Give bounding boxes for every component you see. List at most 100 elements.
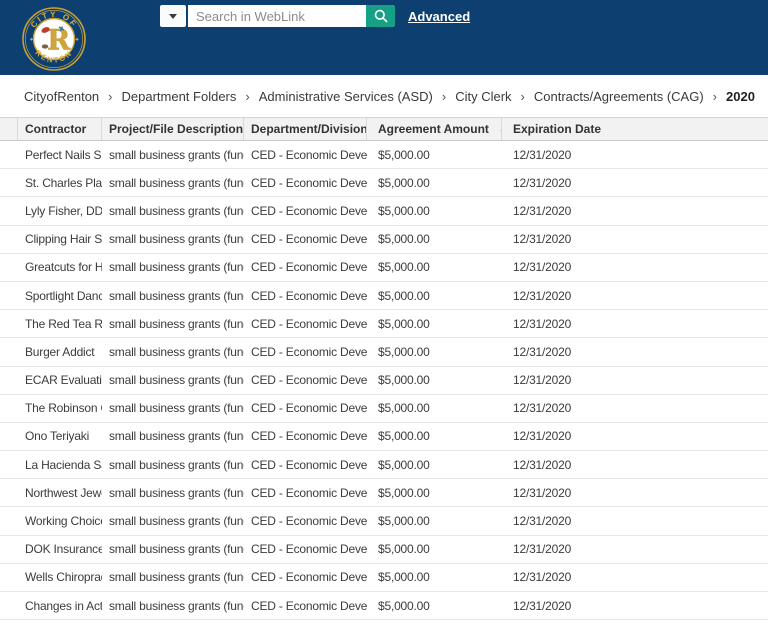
row-icon-cell <box>0 282 18 309</box>
cell-description: small business grants (funded <box>109 288 244 303</box>
cell-contractor[interactable]: Burger Addict <box>18 338 102 365</box>
table-row[interactable]: Perfect Nails Spa small business grants … <box>0 141 768 170</box>
cell-expiration: 12/31/2020 <box>513 457 572 472</box>
cell-description: small business grants (funded <box>109 514 244 529</box>
cell-amount: $5,000.00 <box>378 373 430 388</box>
cell-department: CED - Economic Developme <box>251 570 367 585</box>
search-bar: Advanced <box>160 5 470 27</box>
cell-contractor[interactable]: St. Charles Place <box>18 169 102 196</box>
table-row[interactable]: St. Charles Place small business grants … <box>0 169 768 198</box>
cell-expiration: 12/31/2020 <box>513 344 572 359</box>
table-row[interactable]: La Hacienda Sar small business grants (f… <box>0 451 768 480</box>
table-row[interactable]: Greatcuts for Ha small business grants (… <box>0 253 768 282</box>
search-input[interactable] <box>188 5 366 27</box>
documents-table: Contractor Project/File Description Depa… <box>0 117 768 621</box>
search-icon <box>374 9 387 23</box>
row-icon-cell <box>0 310 18 337</box>
city-of-renton-logo[interactable]: CITY OF RENTON ✦ ✦ R <box>22 7 86 71</box>
cell-contractor[interactable]: DOK Insurance A <box>18 536 102 563</box>
breadcrumb-separator: › <box>441 88 447 104</box>
breadcrumb-link[interactable]: City Clerk <box>455 89 511 104</box>
table-row[interactable]: Sportlight Dance small business grants (… <box>0 281 768 311</box>
breadcrumb-separator: › <box>712 88 717 104</box>
cell-amount: $5,000.00 <box>378 288 430 303</box>
table-row[interactable]: Wells Chiropract small business grants (… <box>0 563 768 592</box>
header-agreement-amount[interactable]: Agreement Amount ▲ <box>367 118 502 140</box>
table-row[interactable]: Lyly Fisher, DDS small business grants (… <box>0 197 768 226</box>
cell-expiration: 12/31/2020 <box>513 175 572 190</box>
cell-contractor[interactable]: Changes in Actic <box>18 592 102 619</box>
cell-amount: $5,000.00 <box>378 429 430 444</box>
row-icon-cell <box>0 169 18 196</box>
advanced-search-link[interactable]: Advanced <box>408 9 470 24</box>
cell-contractor[interactable]: La Hacienda Sar <box>18 451 102 478</box>
cell-department: CED - Economic Developme <box>251 288 367 303</box>
cell-contractor[interactable]: Sportlight Dance <box>18 282 102 309</box>
row-icon-cell <box>0 197 18 224</box>
logo-monogram-r: R <box>47 24 71 57</box>
header-expiration-date[interactable]: Expiration Date <box>502 118 768 140</box>
cell-amount: $5,000.00 <box>378 147 430 162</box>
cell-contractor[interactable]: The Red Tea Roc <box>18 310 102 337</box>
cell-contractor[interactable]: Wells Chiropract <box>18 564 102 591</box>
cell-department: CED - Economic Developme <box>251 457 367 472</box>
cell-expiration: 12/31/2020 <box>513 232 572 247</box>
cell-contractor[interactable]: Lyly Fisher, DDS <box>18 197 102 224</box>
cell-amount: $5,000.00 <box>378 344 430 359</box>
cell-department: CED - Economic Developme <box>251 373 367 388</box>
row-icon-cell <box>0 395 18 422</box>
table-row[interactable]: The Red Tea Roc small business grants (f… <box>0 310 768 339</box>
breadcrumb-link[interactable]: Contracts/Agreements (CAG) <box>534 89 704 104</box>
search-button[interactable] <box>366 5 395 27</box>
breadcrumb-separator: › <box>520 88 525 104</box>
cell-amount: $5,000.00 <box>378 401 430 416</box>
breadcrumb-link[interactable]: CityofRenton <box>24 89 99 104</box>
cell-contractor[interactable]: Clipping Hair Sal <box>18 226 102 253</box>
cell-department: CED - Economic Developme <box>251 175 367 190</box>
breadcrumb-link[interactable]: Administrative Services (ASD) <box>259 89 433 104</box>
cell-amount: $5,000.00 <box>378 514 430 529</box>
cell-contractor[interactable]: Greatcuts for Ha <box>18 254 102 281</box>
table-row[interactable]: ECAR Evaluation small business grants (f… <box>0 366 768 395</box>
cell-description: small business grants (funded <box>109 147 244 162</box>
breadcrumb: CityofRenton › Department Folders › Administ… <box>0 75 768 117</box>
cell-contractor[interactable]: The Robinson G <box>18 395 102 422</box>
breadcrumb-current-folder: 2020 <box>726 88 755 104</box>
cell-description: small business grants (funded <box>109 232 244 247</box>
cell-expiration: 12/31/2020 <box>513 429 572 444</box>
table-row[interactable]: Northwest Jewel small business grants (f… <box>0 479 768 508</box>
cell-contractor[interactable]: Northwest Jewel <box>18 479 102 506</box>
cell-contractor[interactable]: Working Choices <box>18 507 102 534</box>
cell-description: small business grants (funded <box>109 401 244 416</box>
header-contractor[interactable]: Contractor <box>18 118 102 140</box>
cell-amount: $5,000.00 <box>378 232 430 247</box>
row-icon-cell <box>0 338 18 365</box>
cell-description: small business grants (funded <box>109 429 244 444</box>
search-scope-dropdown[interactable] <box>160 5 186 27</box>
table-row[interactable]: Ono Teriyaki small business grants (fund… <box>0 422 768 452</box>
cell-department: CED - Economic Developme <box>251 401 367 416</box>
table-row[interactable]: DOK Insurance A small business grants (f… <box>0 535 768 564</box>
table-row[interactable]: Clipping Hair Sal small business grants … <box>0 225 768 254</box>
cell-contractor[interactable]: Perfect Nails Spa <box>18 141 102 168</box>
cell-department: CED - Economic Developme <box>251 598 367 613</box>
cell-contractor[interactable]: Ono Teriyaki <box>18 423 102 450</box>
cell-contractor[interactable]: ECAR Evaluation <box>18 367 102 394</box>
breadcrumb-separator: › <box>245 88 250 104</box>
table-row[interactable]: Burger Addict small business grants (fun… <box>0 338 768 367</box>
cell-amount: $5,000.00 <box>378 485 430 500</box>
table-row[interactable]: The Robinson G small business grants (fu… <box>0 394 768 423</box>
cell-description: small business grants (funded <box>109 316 244 331</box>
cell-description: small business grants (funded <box>109 457 244 472</box>
header-project-file-description[interactable]: Project/File Description <box>102 118 244 140</box>
cell-expiration: 12/31/2020 <box>513 598 572 613</box>
cell-description: small business grants (funded <box>109 203 244 218</box>
header-department-division[interactable]: Department/Division <box>244 118 367 140</box>
chevron-down-icon <box>169 13 177 19</box>
header-agreement-amount-label: Agreement Amount <box>378 122 489 136</box>
cell-expiration: 12/31/2020 <box>513 570 572 585</box>
table-row[interactable]: Changes in Actic small business grants (… <box>0 592 768 621</box>
table-row[interactable]: Working Choices small business grants (f… <box>0 507 768 536</box>
breadcrumb-link[interactable]: Department Folders <box>122 89 237 104</box>
row-icon-cell <box>0 479 18 506</box>
